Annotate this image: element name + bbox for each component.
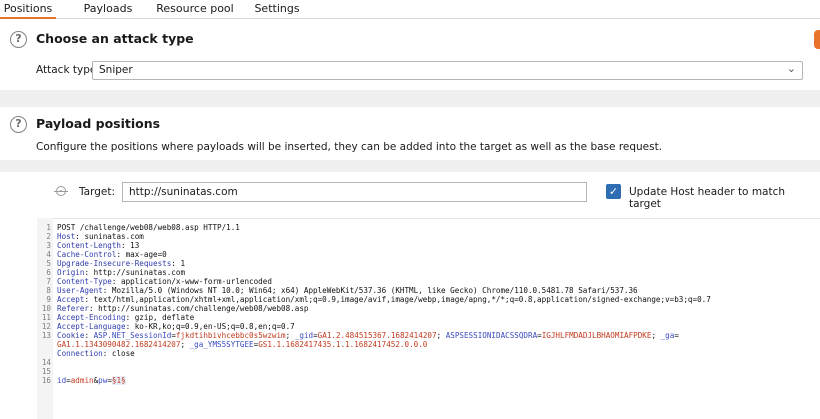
payload-positions-title: Payload positions (36, 116, 161, 131)
header-line: Referer: http://suninatas.com/challenge/… (57, 304, 309, 313)
section-divider (0, 90, 820, 107)
line-number: 1 (46, 223, 51, 232)
header-line: Connection: close (57, 349, 135, 358)
line-number: 14 (41, 358, 51, 367)
tab-payloads[interactable]: Payloads (80, 0, 136, 19)
cookie-line: Cookie: ASP.NET_SessionId=fjkdtihbivhceb… (57, 331, 679, 340)
line-number: 2 (46, 232, 51, 241)
attack-type-select[interactable]: Sniper ⌄ (92, 61, 803, 80)
payload-marker: §1§ (111, 376, 126, 385)
header-line: Accept: text/html,application/xhtml+xml,… (57, 295, 711, 304)
header-line: Upgrade-Insecure-Requests: 1 (57, 259, 186, 268)
header-line: Origin: http://suninatas.com (57, 268, 186, 277)
line-number: 3 (46, 241, 51, 250)
request-line: POST /challenge/web08/web08.asp HTTP/1.1 (57, 223, 240, 232)
tab-positions[interactable]: Positions (0, 0, 56, 19)
line-number (37, 340, 51, 349)
chevron-down-icon: ⌄ (786, 62, 796, 75)
start-attack-tab[interactable] (814, 30, 820, 49)
header-line: Cache-Control: max-age=0 (57, 250, 167, 259)
line-number: 6 (46, 268, 51, 277)
crosshair-icon (54, 186, 68, 196)
header-line: Content-Type: application/x-www-form-url… (57, 277, 272, 286)
line-number: 8 (46, 286, 51, 295)
header-line: Content-Length: 13 (57, 241, 140, 250)
line-number: 7 (46, 277, 51, 286)
header-line: Host: suninatas.com (57, 232, 144, 241)
line-number: 12 (41, 322, 51, 331)
target-input[interactable]: http://suninatas.com (122, 182, 587, 202)
tab-settings[interactable]: Settings (252, 0, 302, 19)
line-number: 15 (41, 367, 51, 376)
attack-type-value: Sniper (99, 64, 133, 76)
target-label: Target: (79, 186, 116, 198)
target-value: http://suninatas.com (129, 186, 238, 198)
help-icon[interactable]: ? (10, 31, 27, 48)
line-number: 13 (41, 331, 51, 340)
payload-positions-description: Configure the positions where payloads w… (36, 141, 663, 153)
attack-type-title: Choose an attack type (36, 31, 194, 46)
header-line: Accept-Language: ko-KR,ko;q=0.9,en-US;q=… (57, 322, 295, 331)
tab-resource-pool[interactable]: Resource pool (155, 0, 235, 19)
request-body-line: id=admin&pw=§1§ (57, 376, 126, 385)
line-number: 16 (41, 376, 51, 385)
line-number: 11 (41, 313, 51, 322)
help-icon[interactable]: ? (10, 116, 27, 133)
attack-type-label: Attack type: (36, 64, 100, 76)
line-number: 10 (41, 304, 51, 313)
line-number: 9 (46, 295, 51, 304)
header-line: User-Agent: Mozilla/5.0 (Windows NT 10.0… (57, 286, 638, 295)
tab-bar: Positions Payloads Resource pool Setting… (0, 0, 820, 19)
section-divider (0, 160, 820, 172)
cookie-line-wrap: GA1.1.1343090482.1682414207; _ga_YMS5SYT… (57, 340, 428, 349)
line-number: 5 (46, 259, 51, 268)
update-host-checkbox[interactable]: ✓ (606, 184, 621, 199)
header-line: Accept-Encoding: gzip, deflate (57, 313, 195, 322)
line-number: 4 (46, 250, 51, 259)
update-host-label: Update Host header to match target (629, 186, 786, 210)
